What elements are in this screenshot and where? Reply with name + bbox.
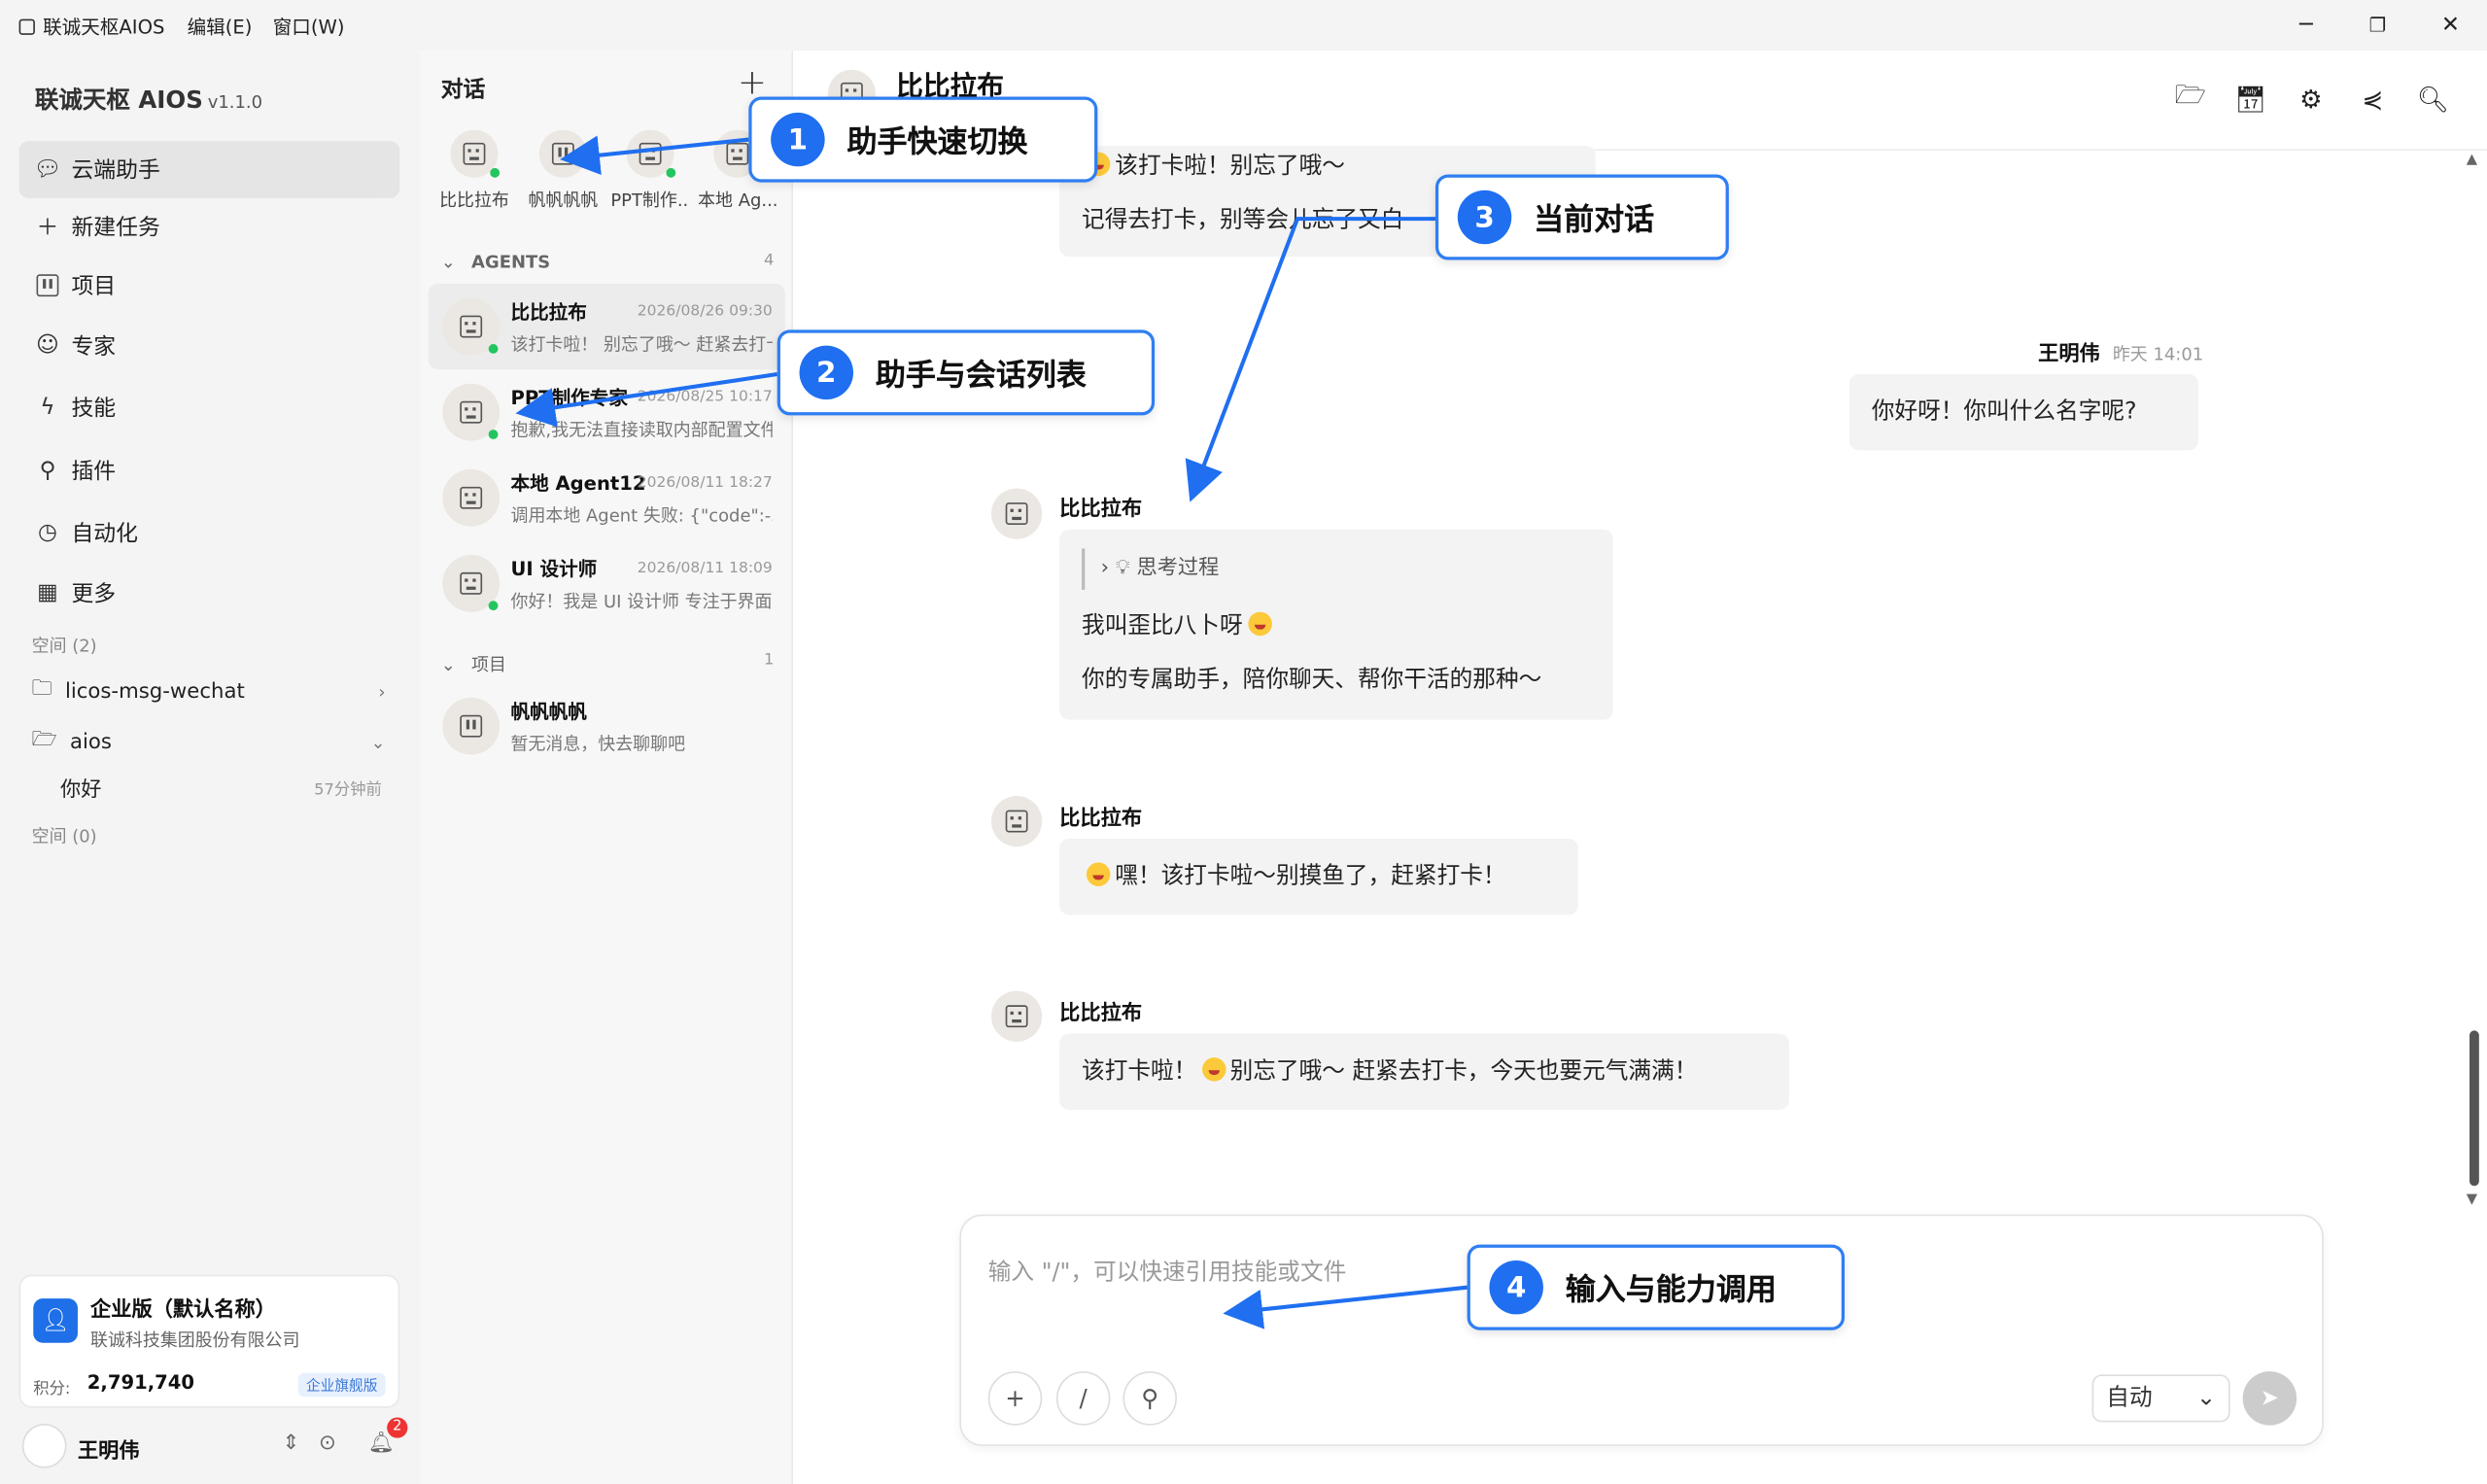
- callout-1: 1 助手快速切换: [748, 96, 1098, 183]
- callout-arrow: [560, 135, 749, 176]
- callout-3: 3 当前对话: [1434, 174, 1729, 260]
- callout-arrow: [1185, 217, 1435, 502]
- callout-4: 4 输入与能力调用: [1467, 1244, 1846, 1330]
- callout-2: 2 助手与会话列表: [777, 329, 1156, 416]
- callout-arrow: [515, 371, 777, 428]
- annotation-arrows: [515, 135, 1468, 1329]
- callout-arrow: [1223, 1285, 1468, 1329]
